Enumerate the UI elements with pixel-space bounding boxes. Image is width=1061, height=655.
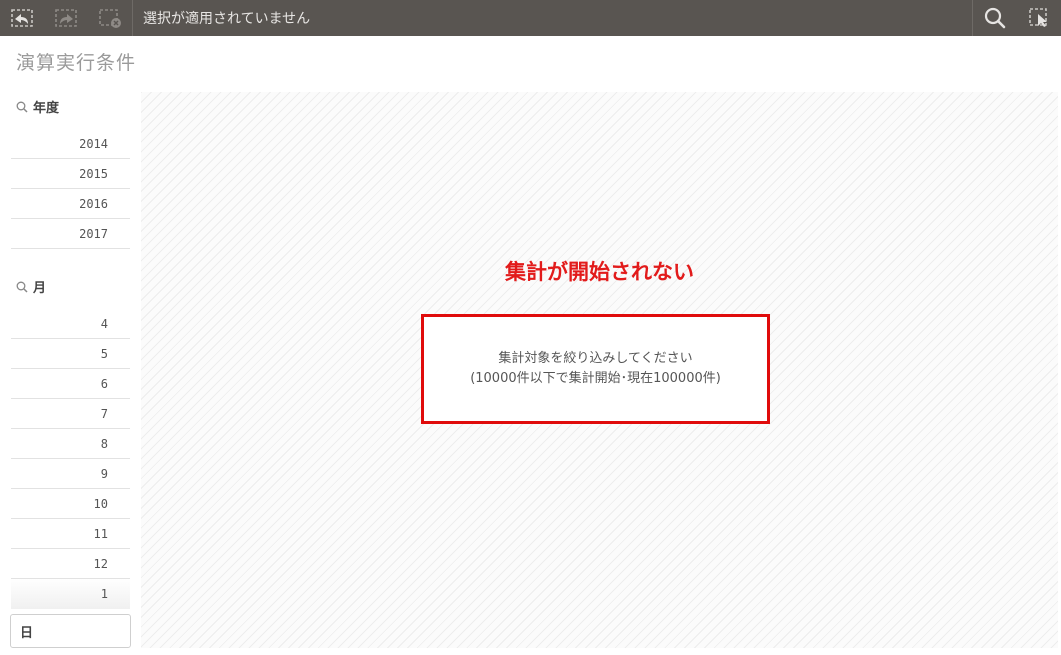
month-filter-title: 月	[33, 281, 47, 296]
list-item[interactable]: 2015	[11, 159, 130, 189]
warning-message-line1: 集計対象を絞り込みしてください	[498, 351, 693, 366]
smart-select-icon	[1029, 8, 1047, 27]
list-item[interactable]: 2016	[11, 189, 130, 219]
list-item[interactable]: 10	[11, 489, 130, 519]
month-filter-header[interactable]: 月	[16, 277, 46, 296]
list-item[interactable]: 5	[11, 339, 130, 369]
toolbar-divider	[132, 0, 133, 36]
smart-select-button[interactable]	[1017, 0, 1061, 36]
warning-message-line2: (10000件以下で集計開始･現在100000件)	[470, 371, 721, 386]
search-icon	[16, 281, 28, 293]
list-item[interactable]: 11	[11, 519, 130, 549]
list-item[interactable]: 2017	[11, 219, 130, 249]
back-selection-button[interactable]	[0, 0, 44, 36]
back-selection-icon	[11, 9, 33, 27]
list-item[interactable]: 8	[11, 429, 130, 459]
list-item[interactable]: 6	[11, 369, 130, 399]
list-item[interactable]: 12	[11, 549, 130, 579]
list-item[interactable]: 9	[11, 459, 130, 489]
clear-selections-icon	[99, 9, 121, 28]
list-item[interactable]: 2014	[11, 129, 130, 159]
day-filter-title: 日	[20, 625, 34, 641]
year-filter-header[interactable]: 年度	[16, 97, 59, 116]
forward-selection-button[interactable]	[44, 0, 88, 36]
list-item[interactable]: 7	[11, 399, 130, 429]
warning-heading: 集計が開始されない	[505, 260, 694, 284]
sheet-title: 演算実行条件	[16, 52, 137, 74]
day-filter-collapsed[interactable]: 日	[10, 614, 131, 648]
forward-selection-icon	[55, 9, 77, 27]
clear-selections-button[interactable]	[88, 0, 132, 36]
selection-status-text: 選択が適用されていません	[143, 11, 311, 27]
list-item[interactable]: 4	[11, 309, 130, 339]
list-item[interactable]: 1	[11, 579, 130, 609]
year-filter-list: 2014 2015 2016 2017	[11, 129, 130, 249]
year-filter-title: 年度	[33, 101, 60, 116]
month-filter-list: 4 5 6 7 8 9 10 11 12 1	[11, 309, 130, 609]
main-content-area: 集計が開始されない 集計対象を絞り込みしてください (10000件以下で集計開始…	[141, 92, 1058, 648]
search-icon	[984, 7, 1006, 29]
search-button[interactable]	[973, 0, 1017, 36]
selections-toolbar: 選択が適用されていません	[0, 0, 1061, 36]
search-icon	[16, 101, 28, 113]
warning-message-box: 集計対象を絞り込みしてください (10000件以下で集計開始･現在100000件…	[421, 314, 770, 424]
